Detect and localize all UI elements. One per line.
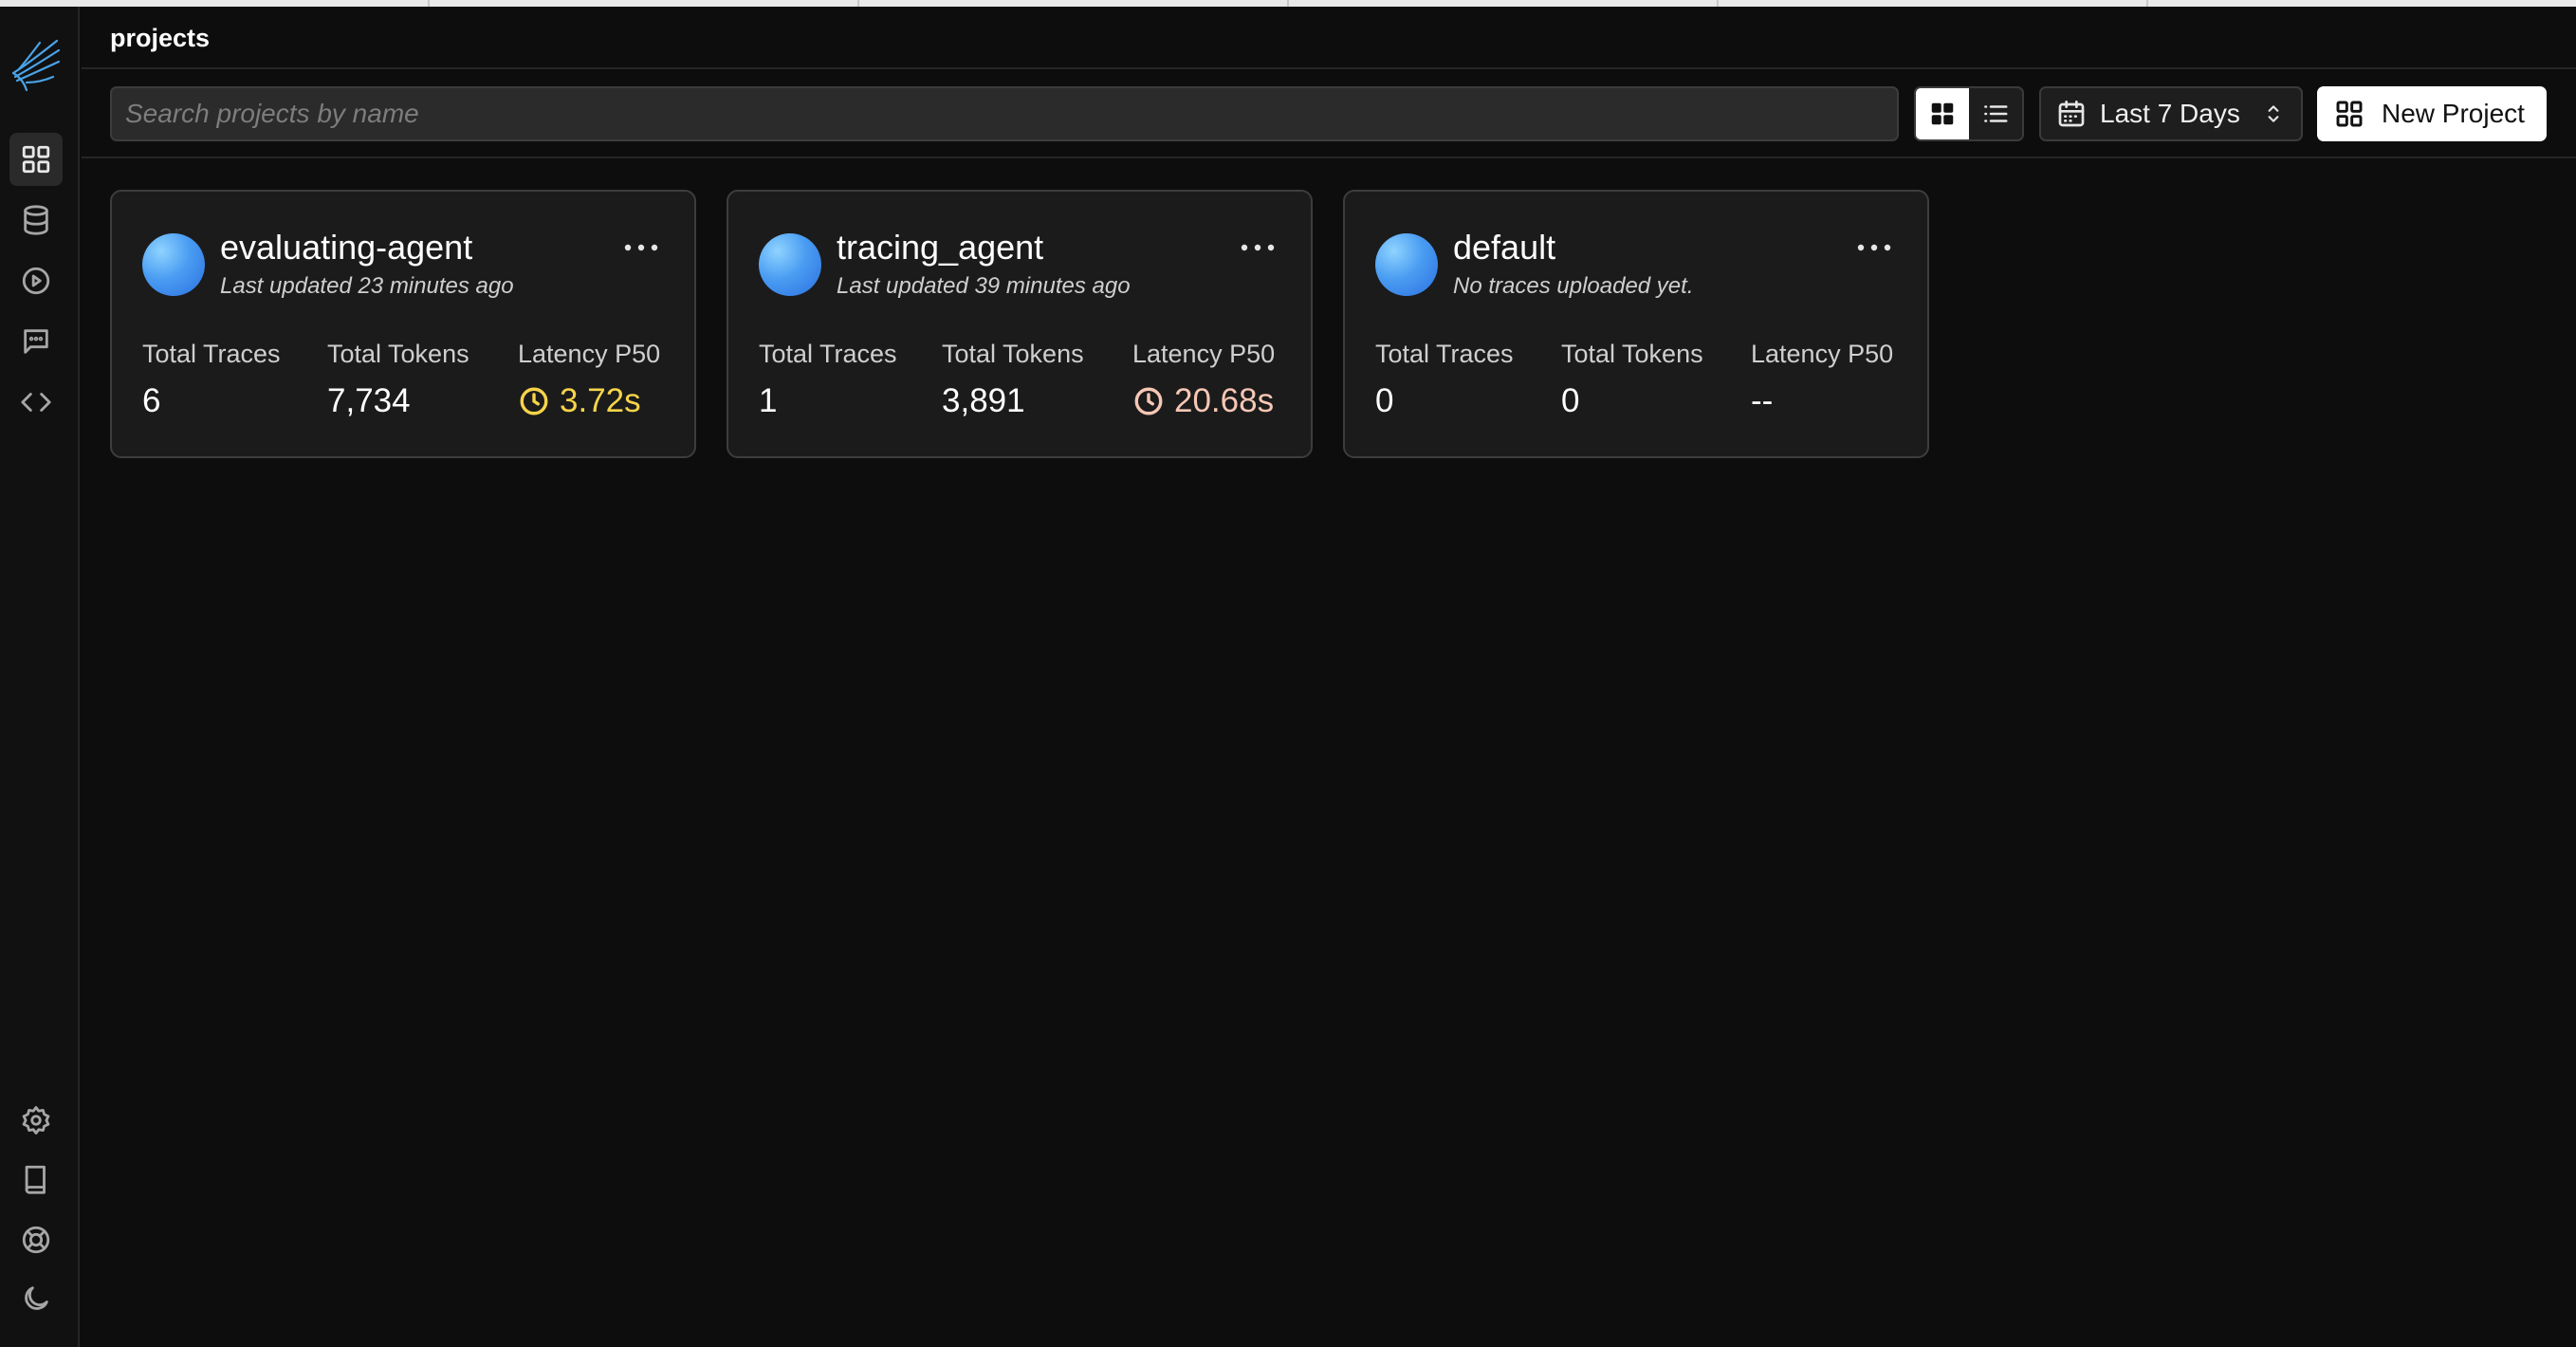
project-avatar [759,233,821,296]
project-avatar [142,233,205,296]
metric-value: 0 [1561,382,1580,419]
grid-view-icon [1931,102,1954,125]
clock-icon [520,387,548,415]
metric-label: Latency P50 [1132,340,1276,368]
list-view-button[interactable] [1969,88,2022,139]
database-icon [24,205,48,235]
metric-total-traces: Total Traces 0 [1375,340,1514,420]
metric-value: 3,891 [942,382,1025,419]
metric-value: 6 [142,382,161,419]
view-toggle [1914,86,2024,141]
metric-label: Latency P50 [1751,340,1894,368]
project-card[interactable]: evaluating-agent Last updated 23 minutes… [110,190,696,458]
lifebuoy-icon [22,1226,50,1254]
project-name: default [1453,228,1556,267]
project-last-updated: Last updated 23 minutes ago [220,273,514,299]
metric-total-tokens: Total Tokens 3,891 [942,340,1084,420]
play-circle-icon [22,267,50,295]
metric-latency: Latency P50 -- [1751,340,1893,420]
book-icon [25,1165,46,1194]
toolbar: Last 7 Days New Project [82,69,2576,158]
code-icon [21,393,51,412]
sidebar-item-playground[interactable] [9,254,63,307]
metric-label: Total Tokens [1561,340,1703,368]
sidebar-item-support[interactable] [9,1213,63,1266]
project-card[interactable]: tracing_agent Last updated 39 minutes ag… [727,190,1313,458]
metric-label: Total Traces [1375,340,1514,368]
search-input[interactable] [110,86,1899,141]
new-project-label: New Project [2382,99,2525,128]
metric-label: Total Traces [759,340,897,368]
project-name: evaluating-agent [220,228,473,267]
clock-icon [1134,387,1163,415]
settings-icon [22,1106,50,1135]
metric-latency: Latency P50 20.68s [1132,340,1275,420]
date-range-select[interactable]: Last 7 Days [2039,86,2303,141]
more-horizontal-icon [1857,244,1891,251]
more-horizontal-icon [624,244,658,251]
grid-plus-icon [2336,101,2363,127]
metric-total-tokens: Total Tokens 0 [1561,340,1703,420]
calendar-icon [2058,101,2085,127]
metric-value: 0 [1375,382,1394,419]
metric-label: Total Traces [142,340,281,368]
list-view-icon [1984,105,2008,122]
project-card[interactable]: default No traces uploaded yet. Total Tr… [1343,190,1929,458]
sidebar [0,7,80,1347]
metric-label: Total Tokens [942,340,1084,368]
metric-total-traces: Total Traces 1 [759,340,897,420]
top-strip [0,0,2576,7]
sidebar-item-settings[interactable] [9,1094,63,1147]
metric-label: Total Tokens [327,340,469,368]
project-avatar [1375,233,1438,296]
page-header: projects [82,7,2576,69]
more-horizontal-icon [1241,244,1275,251]
app-window: projects Last 7 Days New Project evaluat… [0,0,2576,1347]
chevron-up-down-icon [2268,105,2279,122]
page-title: projects [110,24,211,52]
project-menu-button[interactable] [1237,233,1279,262]
metric-latency: Latency P50 3.72s [518,340,660,420]
grid-icon [22,145,50,174]
metric-value: 3.72s [560,382,641,419]
metric-value: 7,734 [327,382,411,419]
sidebar-item-datasets[interactable] [9,194,63,247]
metric-total-tokens: Total Tokens 7,734 [327,340,469,420]
metric-label: Latency P50 [518,340,661,368]
message-icon [24,329,48,354]
project-name: tracing_agent [837,228,1044,267]
sidebar-item-projects[interactable] [9,133,63,186]
grid-view-button[interactable] [1916,88,1969,139]
new-project-button[interactable]: New Project [2317,86,2547,141]
metric-value: 1 [759,382,778,419]
project-menu-button[interactable] [1853,233,1895,262]
project-menu-button[interactable] [620,233,662,262]
project-last-updated: No traces uploaded yet. [1453,273,1694,299]
sidebar-item-docs[interactable] [9,1153,63,1206]
metric-total-traces: Total Traces 6 [142,340,281,420]
date-range-label: Last 7 Days [2100,99,2240,128]
moon-icon [25,1286,48,1310]
phoenix-logo-icon[interactable] [8,35,64,96]
sidebar-item-prompts[interactable] [9,315,63,368]
project-last-updated: Last updated 39 minutes ago [837,273,1131,299]
metric-value: 20.68s [1174,382,1275,419]
sidebar-item-apis[interactable] [9,376,63,429]
sidebar-item-theme[interactable] [9,1272,63,1325]
metric-value: -- [1751,382,1774,419]
